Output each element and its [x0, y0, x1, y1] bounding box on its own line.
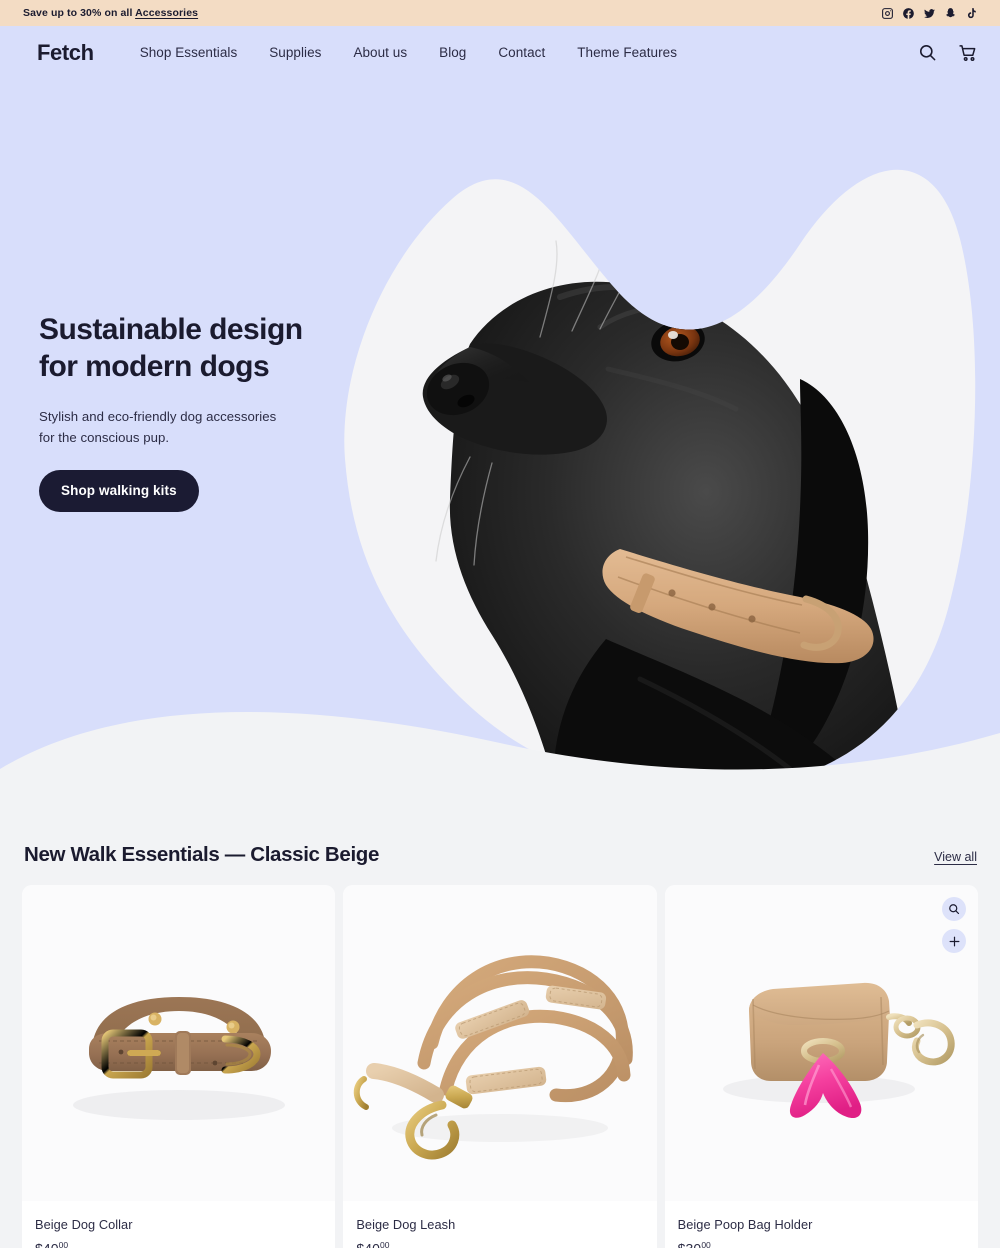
product-image-leash	[343, 885, 657, 1201]
announcement-accessories-link[interactable]: Accessories	[135, 7, 198, 19]
facebook-icon[interactable]	[902, 7, 915, 20]
products-section-title: New Walk Essentials — Classic Beige	[24, 843, 380, 866]
product-info: Beige Dog Leash $4000	[343, 1201, 657, 1248]
twitter-icon[interactable]	[923, 7, 936, 20]
hero-wave-divider	[0, 712, 1000, 807]
nav-item-about-us[interactable]: About us	[353, 45, 407, 60]
announcement-text: Save up to 30% on all Accessories	[23, 7, 198, 19]
product-price-main: $40	[356, 1241, 380, 1248]
search-icon[interactable]	[918, 43, 937, 62]
announcement-bar: Save up to 30% on all Accessories	[0, 0, 1000, 26]
nav-item-supplies[interactable]: Supplies	[269, 45, 321, 60]
product-image-poop-bag-holder	[664, 885, 978, 1201]
product-card[interactable]: Beige Dog Leash $4000	[343, 885, 657, 1248]
product-card[interactable]: Beige Dog Collar $4000	[22, 885, 336, 1248]
tiktok-icon[interactable]	[965, 7, 978, 20]
hero-title-line-1: Sustainable design	[39, 313, 303, 346]
site-logo[interactable]: Fetch	[37, 40, 94, 66]
shop-walking-kits-button[interactable]: Shop walking kits	[39, 470, 199, 512]
quick-view-icon[interactable]	[942, 897, 966, 921]
nav-item-theme-features[interactable]: Theme Features	[577, 45, 677, 60]
snapchat-icon[interactable]	[944, 7, 957, 20]
product-grid: Beige Dog Collar $4000	[22, 885, 978, 1248]
main-navigation: Shop Essentials Supplies About us Blog C…	[140, 45, 918, 60]
nav-item-shop-essentials[interactable]: Shop Essentials	[140, 45, 238, 60]
products-header: New Walk Essentials — Classic Beige View…	[22, 807, 978, 885]
hero-section: Sustainable design for modern dogs Styli…	[0, 79, 1000, 807]
hero-subtitle-line-2: for the conscious pup.	[39, 430, 170, 445]
product-price: $4000	[35, 1240, 322, 1248]
social-icon-list	[881, 7, 978, 20]
product-card[interactable]: Beige Poop Bag Holder $3000	[664, 885, 978, 1248]
header-actions	[918, 43, 978, 63]
products-section: New Walk Essentials — Classic Beige View…	[0, 807, 1000, 1248]
product-title[interactable]: Beige Dog Collar	[35, 1217, 322, 1232]
hero-subtitle: Stylish and eco-friendly dog accessories…	[39, 406, 369, 448]
instagram-icon[interactable]	[881, 7, 894, 20]
hero-subtitle-line-1: Stylish and eco-friendly dog accessories	[39, 409, 277, 424]
cart-icon[interactable]	[958, 43, 978, 63]
product-price-cents: 00	[380, 1240, 390, 1248]
add-to-cart-plus-icon[interactable]	[942, 929, 966, 953]
hero-copy: Sustainable design for modern dogs Styli…	[39, 311, 369, 512]
nav-item-blog[interactable]: Blog	[439, 45, 466, 60]
product-card-actions	[942, 897, 966, 953]
product-title[interactable]: Beige Poop Bag Holder	[678, 1217, 965, 1232]
product-price-main: $30	[678, 1241, 702, 1248]
product-price-cents: 00	[701, 1240, 711, 1248]
site-header: Fetch Shop Essentials Supplies About us …	[0, 26, 1000, 79]
product-price: $3000	[678, 1240, 965, 1248]
product-info: Beige Poop Bag Holder $3000	[664, 1201, 978, 1248]
product-price-main: $40	[35, 1241, 59, 1248]
product-title[interactable]: Beige Dog Leash	[356, 1217, 643, 1232]
product-price: $4000	[356, 1240, 643, 1248]
view-all-link[interactable]: View all	[934, 850, 977, 864]
product-image-collar	[22, 885, 336, 1201]
nav-item-contact[interactable]: Contact	[498, 45, 545, 60]
product-price-cents: 00	[58, 1240, 69, 1248]
announcement-text-prefix: Save up to 30% on all	[23, 7, 136, 19]
product-info: Beige Dog Collar $4000	[22, 1201, 336, 1248]
hero-title: Sustainable design for modern dogs	[39, 311, 369, 385]
hero-title-line-2: for modern dogs	[39, 350, 270, 383]
